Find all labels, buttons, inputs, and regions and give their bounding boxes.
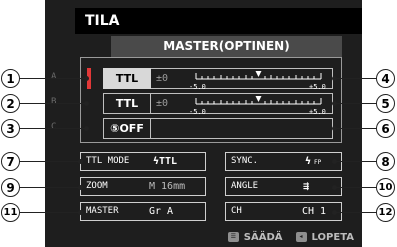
menu-icon: ☰ bbox=[227, 232, 239, 242]
leader-line bbox=[334, 161, 378, 162]
leader-dot bbox=[84, 76, 89, 81]
group-a-letter: A bbox=[51, 72, 57, 82]
adjust-label: SÄÄDÄ bbox=[243, 231, 283, 243]
exit-label: LOPETA bbox=[311, 231, 354, 243]
angle-icon: ⇶ bbox=[303, 181, 310, 192]
group-a-value: ±0 bbox=[156, 73, 169, 84]
leader-dot bbox=[332, 159, 337, 164]
leader-dot bbox=[78, 185, 83, 190]
leader-line bbox=[334, 212, 378, 213]
leader-line bbox=[19, 128, 87, 129]
group-b-scale: -5.0 +5.0 bbox=[189, 95, 326, 116]
master-label: MASTER bbox=[86, 206, 119, 216]
angle-setting[interactable]: ANGLE ⇶ bbox=[225, 177, 342, 196]
sync-label: SYNC. bbox=[231, 156, 259, 166]
master-value: Gr A bbox=[149, 206, 174, 217]
leader-line bbox=[334, 78, 378, 79]
callout-5: 5 bbox=[376, 94, 395, 113]
callout-10: 10 bbox=[376, 178, 395, 197]
leader-dot bbox=[332, 185, 337, 190]
callout-12: 12 bbox=[376, 203, 395, 222]
callout-2: 2 bbox=[1, 94, 20, 113]
group-c-compensation[interactable] bbox=[151, 118, 333, 139]
sync-setting[interactable]: SYNC. ϟ FP bbox=[225, 152, 342, 171]
leader-dot bbox=[84, 101, 89, 106]
group-b-compensation[interactable]: ±0 -5.0 +5.0 bbox=[151, 93, 333, 116]
leader-line bbox=[334, 187, 378, 188]
callout-3: 3 bbox=[1, 119, 20, 138]
zoom-label: ZOOM bbox=[86, 181, 108, 191]
ttl-mode-setting[interactable]: TTL MODE ϟTTL bbox=[80, 152, 206, 171]
group-c-letter: C bbox=[51, 122, 57, 132]
channel-value: CH 1 bbox=[302, 206, 327, 217]
callout-1: 1 bbox=[1, 69, 20, 88]
callout-7: 7 bbox=[1, 152, 20, 171]
leader-line bbox=[19, 161, 81, 162]
group-c-mode-button[interactable]: ⑤OFF bbox=[103, 118, 151, 139]
leader-dot bbox=[332, 126, 337, 131]
group-b-letter: B bbox=[51, 97, 57, 107]
leader-line bbox=[19, 103, 87, 104]
screen-title: TILA bbox=[85, 13, 120, 29]
callout-11: 11 bbox=[1, 203, 20, 222]
ttl-mode-label: TTL MODE bbox=[86, 156, 130, 166]
group-a-scale-min: -5.0 bbox=[189, 83, 206, 91]
master-setting[interactable]: MASTER Gr A bbox=[80, 202, 206, 221]
group-a-scale-max: +5.0 bbox=[309, 83, 326, 91]
leader-line bbox=[19, 187, 81, 188]
leader-line bbox=[19, 78, 87, 79]
group-a-compensation[interactable]: ±0 -5.0 +5.0 bbox=[151, 68, 333, 91]
leader-dot bbox=[84, 126, 89, 131]
group-b-scale-min: -5.0 bbox=[189, 108, 206, 116]
leader-line bbox=[19, 212, 81, 213]
group-b-mode-button[interactable]: TTL bbox=[103, 93, 151, 114]
group-b-scale-max: +5.0 bbox=[309, 108, 326, 116]
leader-dot bbox=[332, 210, 337, 215]
flash-settings-screen: TILA MASTER(OPTINEN) A TTL ±0 -5.0 +5.0 … bbox=[45, 0, 362, 247]
leader-dot bbox=[78, 210, 83, 215]
callout-6: 6 bbox=[376, 119, 395, 138]
sync-fp-label: FP bbox=[314, 159, 322, 166]
channel-label: CH bbox=[231, 206, 242, 216]
callout-9: 9 bbox=[1, 178, 20, 197]
leader-dot bbox=[332, 76, 337, 81]
angle-label: ANGLE bbox=[231, 181, 259, 191]
callout-4: 4 bbox=[376, 69, 395, 88]
leader-line bbox=[334, 128, 378, 129]
group-a-mode-button[interactable]: TTL bbox=[103, 68, 151, 89]
sync-value: ϟ bbox=[305, 156, 312, 167]
group-a-scale: -5.0 +5.0 bbox=[189, 70, 326, 91]
ttl-mode-value: ϟTTL bbox=[153, 156, 178, 167]
callout-8: 8 bbox=[376, 152, 395, 171]
mode-header: MASTER(OPTINEN) bbox=[111, 36, 342, 57]
back-icon: ◂ bbox=[295, 232, 307, 242]
zoom-value: M 16mm bbox=[149, 181, 186, 192]
leader-line bbox=[334, 103, 378, 104]
group-b-value: ±0 bbox=[156, 98, 169, 109]
zoom-setting[interactable]: ZOOM M 16mm bbox=[80, 177, 206, 196]
channel-setting[interactable]: CH CH 1 bbox=[225, 202, 342, 221]
leader-dot bbox=[332, 101, 337, 106]
leader-dot bbox=[78, 159, 83, 164]
footer-bar: ☰ SÄÄDÄ ◂ LOPETA bbox=[227, 229, 354, 245]
